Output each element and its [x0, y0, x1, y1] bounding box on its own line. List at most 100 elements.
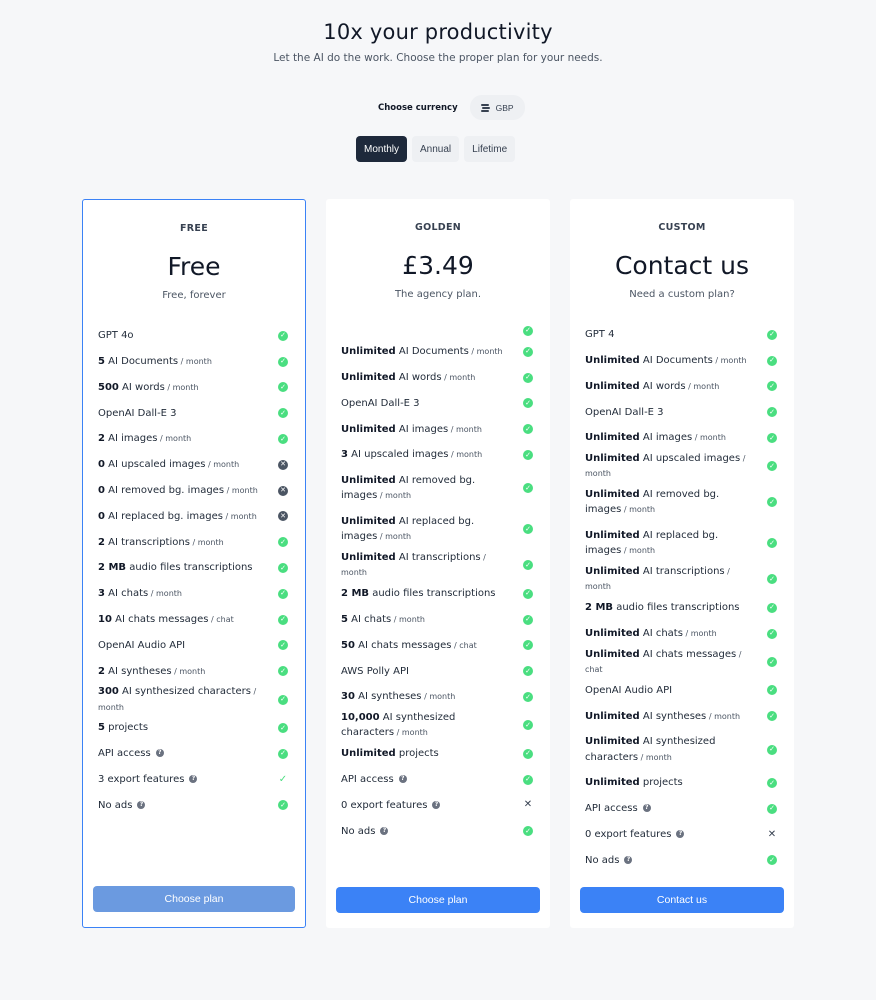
check-circle-icon: ✓ — [523, 483, 533, 494]
feature-text: 3 AI chats / month — [98, 586, 182, 602]
feature-quantity: Unlimited — [341, 515, 396, 527]
feature-item: OpenAI Audio API ✓ — [98, 633, 290, 659]
feature-text: 2 MB audio files transcriptions — [585, 600, 740, 616]
feature-unit: / month — [394, 728, 428, 738]
help-icon[interactable]: ? — [380, 826, 389, 835]
feature-text: Unlimited AI removed bg. images / month — [585, 487, 751, 518]
feature-item: 50 AI chats messages / chat ✓ — [341, 633, 535, 659]
feature-quantity: Unlimited — [585, 565, 640, 577]
feature-quantity: 2 — [98, 536, 105, 548]
feature-quantity: 50 — [341, 639, 355, 651]
feature-label: AI removed bg. images — [104, 484, 225, 496]
feature-text: API access? — [98, 746, 164, 762]
feature-label: AWS Polly API — [341, 665, 409, 677]
feature-list: GPT 4o ✓ 5 AI Documents / month ✓ 500 AI wor… — [98, 323, 290, 818]
feature-unit: / month — [205, 460, 240, 470]
feature-item: 10,000 AI synthesized characters / month… — [341, 710, 535, 741]
feature-unit: / month — [692, 433, 726, 443]
feature-text: AWS Polly API — [341, 664, 409, 680]
feature-unit: / chat — [208, 614, 234, 624]
feature-label: projects — [395, 748, 439, 760]
currency-button[interactable]: GBP — [469, 95, 525, 120]
feature-text: Unlimited AI replaced bg. images / month — [585, 528, 751, 559]
feature-text: 0 export features? — [585, 827, 685, 843]
feature-label: API access — [98, 748, 151, 760]
feature-unit: / month — [638, 752, 672, 762]
feature-text: 5 AI chats / month — [341, 612, 425, 628]
feature-item: Unlimited AI removed bg. images / month ✓ — [585, 482, 779, 523]
feature-label: AI Documents — [639, 354, 713, 366]
check-circle-icon: ✓ — [278, 666, 288, 677]
feature-label: OpenAI Dall-E 3 — [98, 407, 177, 419]
feature-unit: / month — [448, 424, 482, 434]
choose-plan-button[interactable]: Choose plan — [93, 886, 295, 912]
billing-period-tabs: Monthly Annual Lifetime — [356, 136, 516, 162]
feature-item: No ads? ✓ — [98, 793, 290, 819]
x-circle-icon: ✕ — [278, 485, 288, 496]
feature-quantity: Unlimited — [585, 432, 640, 444]
help-icon[interactable]: ? — [624, 855, 633, 864]
feature-text: Unlimited AI images / month — [585, 430, 726, 446]
help-icon[interactable]: ? — [155, 749, 164, 758]
check-circle-icon: ✓ — [278, 408, 288, 419]
feature-text: 2 MB audio files transcriptions — [341, 586, 496, 602]
check-circle-icon: ✓ — [523, 748, 533, 759]
feature-text: 3 export features? — [98, 772, 198, 788]
feature-item: Unlimited AI transcriptions / month ✓ — [585, 564, 779, 595]
check-circle-icon: ✓ — [767, 574, 777, 585]
feature-label: AI chats — [347, 613, 392, 625]
feature-label: projects — [104, 722, 149, 734]
feature-unit: / month — [621, 546, 656, 556]
feature-text: Unlimited AI Documents / month — [585, 353, 747, 369]
plan-name: GOLDEN — [414, 222, 462, 233]
feature-item: Unlimited AI syntheses / month ✓ — [585, 703, 779, 729]
check-circle-icon: ✓ — [523, 398, 533, 409]
feature-text: Unlimited AI chats / month — [585, 626, 717, 642]
feature-text: OpenAI Audio API — [585, 683, 672, 699]
feature-unit: / month — [171, 666, 206, 676]
help-icon[interactable]: ? — [432, 800, 441, 809]
page-header: 10x your productivity Let the AI do the … — [0, 20, 876, 64]
check-circle-icon: ✓ — [278, 800, 288, 811]
feature-label: No ads — [98, 799, 133, 811]
feature-unit: / month — [377, 491, 412, 501]
check-circle-icon: ✓ — [767, 381, 777, 392]
feature-text: 10,000 AI synthesized characters / month — [341, 710, 507, 741]
help-icon[interactable]: ? — [398, 774, 407, 783]
help-icon[interactable]: ? — [676, 829, 685, 838]
tab-lifetime[interactable]: Lifetime — [464, 136, 516, 162]
coins-icon — [480, 103, 490, 112]
contact-us-button[interactable]: Contact us — [580, 887, 784, 913]
feature-text: Unlimited AI transcriptions / month — [341, 550, 507, 581]
feature-quantity: 5 — [98, 355, 105, 367]
help-icon[interactable]: ? — [137, 800, 146, 809]
check-circle-icon: ✓ — [523, 325, 533, 336]
check-circle-icon: ✓ — [767, 778, 777, 789]
feature-quantity: 30 — [341, 691, 355, 703]
feature-unit: / month — [685, 381, 720, 391]
feature-quantity: 300 — [98, 686, 119, 698]
feature-label: OpenAI Dall-E 3 — [585, 406, 664, 418]
feature-label: AI chats — [104, 588, 149, 600]
feature-text: Unlimited projects — [585, 775, 683, 791]
feature-text: 2 AI images / month — [98, 431, 191, 447]
feature-text: Unlimited AI upscaled images / month — [585, 451, 751, 482]
feature-item: Unlimited AI words / month ✓ — [341, 365, 535, 391]
feature-text: OpenAI Audio API — [98, 638, 185, 654]
feature-quantity: 2 — [98, 433, 105, 445]
feature-unit: / month — [377, 532, 412, 542]
feature-label: GPT 4 — [585, 329, 615, 341]
plan-card-custom: CUSTOM Contact us Need a custom plan? GP… — [570, 199, 794, 928]
help-icon[interactable]: ? — [189, 774, 198, 783]
choose-plan-button[interactable]: Choose plan — [336, 887, 540, 913]
tab-monthly[interactable]: Monthly — [356, 136, 408, 162]
check-circle-icon: ✓ — [278, 330, 288, 341]
feature-item: 5 AI chats / month ✓ — [341, 607, 535, 633]
feature-quantity: 5 — [341, 613, 348, 625]
feature-item: Unlimited AI transcriptions / month ✓ — [341, 550, 535, 581]
feature-text: 300 AI synthesized characters / month — [98, 684, 262, 715]
feature-label: OpenAI Audio API — [98, 639, 186, 651]
tab-annual[interactable]: Annual — [412, 136, 460, 162]
check-circle-icon: ✓ — [523, 826, 533, 837]
help-icon[interactable]: ? — [642, 804, 651, 813]
